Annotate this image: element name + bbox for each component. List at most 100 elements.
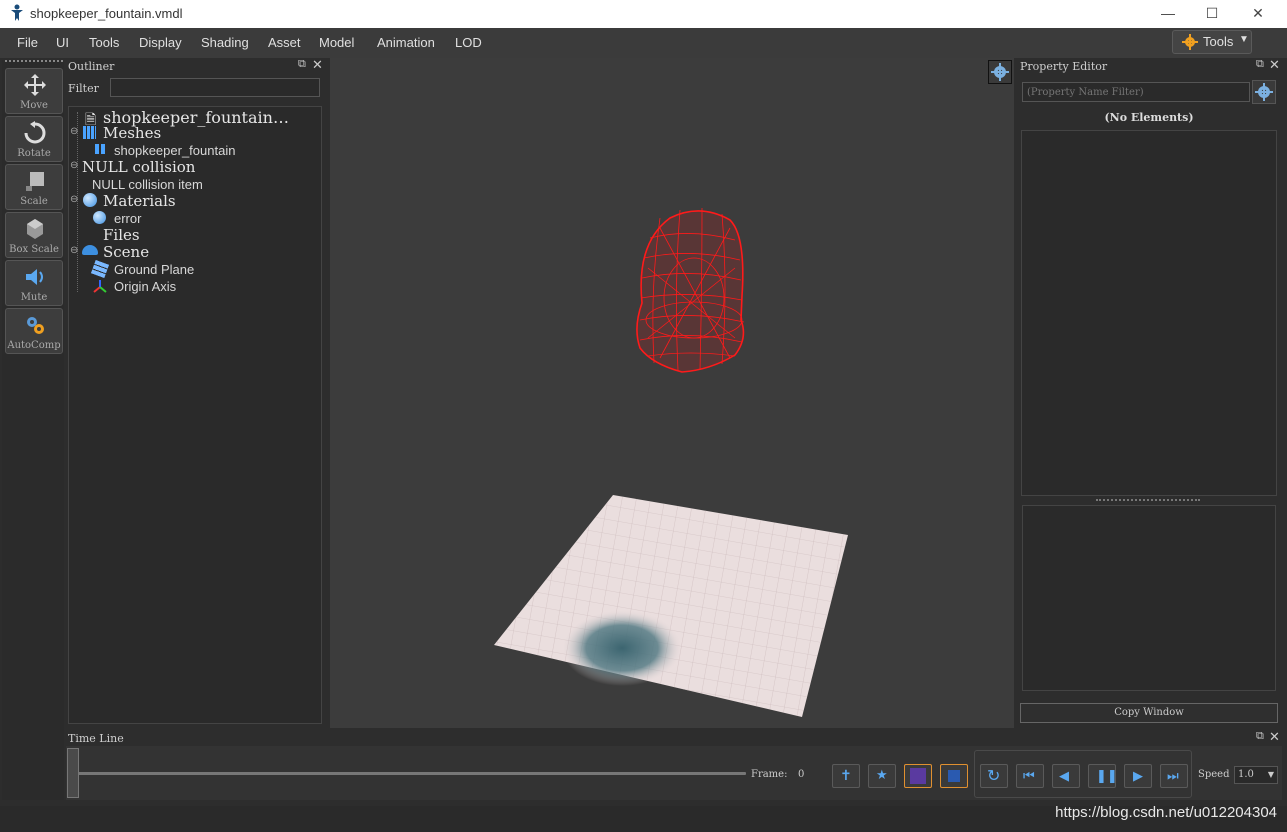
gears-icon xyxy=(27,317,44,334)
maximize-button[interactable]: ☐ xyxy=(1198,3,1226,25)
event-icon xyxy=(910,768,926,784)
property-settings-button[interactable] xyxy=(1252,80,1276,104)
tree-null-collision[interactable]: NULL collision xyxy=(82,158,195,176)
undock-icon[interactable]: ⧉ xyxy=(298,58,306,71)
minimize-button[interactable]: — xyxy=(1154,3,1182,25)
move-label: Move xyxy=(20,100,48,111)
skip-start-icon: ⏮ xyxy=(1023,768,1035,783)
menu-display[interactable]: Display xyxy=(139,35,182,50)
rotate-icon xyxy=(24,121,46,144)
property-list xyxy=(1021,130,1277,496)
collapse-icon[interactable]: ⊖ xyxy=(70,245,78,256)
title-bar: shopkeeper_fountain.vmdl — ☐ ✕ xyxy=(0,0,1287,28)
move-icon xyxy=(24,74,46,96)
tree-origin-axis[interactable]: Origin Axis xyxy=(114,279,176,294)
window-title: shopkeeper_fountain.vmdl xyxy=(30,6,183,21)
material-icon xyxy=(93,211,106,224)
splitter-handle[interactable] xyxy=(1096,499,1200,501)
close-icon[interactable]: ✕ xyxy=(312,57,323,73)
speed-label: Speed xyxy=(1198,769,1230,780)
tree-mesh-item[interactable]: shopkeeper_fountain xyxy=(114,143,235,158)
tree-scene[interactable]: Scene xyxy=(103,243,149,261)
3d-viewport[interactable] xyxy=(330,58,1014,728)
scale-label: Scale xyxy=(20,196,48,207)
close-icon[interactable]: ✕ xyxy=(1269,729,1280,745)
property-editor-panel: Property Editor ⧉ ✕ (No Elements) Copy W… xyxy=(1016,57,1282,728)
menu-tools[interactable]: Tools xyxy=(89,35,119,50)
autocomp-button[interactable]: AutoComp xyxy=(5,308,63,354)
menu-animation[interactable]: Animation xyxy=(377,35,435,50)
prev-frame-button[interactable]: ◀ xyxy=(1052,764,1080,788)
app-icon xyxy=(11,4,23,21)
loop-icon xyxy=(948,770,960,782)
frame-value: 0 xyxy=(798,769,805,780)
scale-icon xyxy=(26,172,44,191)
tools-dropdown-label: Tools xyxy=(1203,34,1234,49)
mesh-grid-icon xyxy=(83,126,96,139)
rotate-tool-button[interactable]: Rotate xyxy=(5,116,63,162)
frame-label: Frame: xyxy=(751,769,788,780)
copy-window-button[interactable]: Copy Window xyxy=(1020,703,1278,723)
menu-shading[interactable]: Shading xyxy=(201,35,249,50)
collapse-icon[interactable]: ⊖ xyxy=(70,126,78,137)
collapse-icon[interactable]: ⊖ xyxy=(70,160,78,171)
scale-tool-button[interactable]: Scale xyxy=(5,164,63,210)
menu-lod[interactable]: LOD xyxy=(455,35,482,50)
tree-materials[interactable]: Materials xyxy=(103,192,176,210)
property-filter-input[interactable] xyxy=(1022,82,1250,102)
menu-file[interactable]: File xyxy=(17,35,38,50)
box-scale-icon xyxy=(27,219,43,239)
autocomp-label: AutoComp xyxy=(7,340,61,351)
property-detail-area xyxy=(1022,505,1276,691)
move-tool-button[interactable]: Move xyxy=(5,68,63,114)
mute-button[interactable]: Mute xyxy=(5,260,63,306)
wireframe-mesh xyxy=(636,207,745,373)
axis-icon xyxy=(93,280,107,293)
refresh-icon: ↻ xyxy=(987,768,1001,785)
pause-button[interactable]: ❚❚ xyxy=(1088,764,1118,788)
next-frame-button[interactable]: ▶ xyxy=(1124,764,1152,788)
mesh-icon xyxy=(95,144,105,154)
restart-button[interactable]: ↻ xyxy=(980,764,1008,788)
undock-icon[interactable]: ⧉ xyxy=(1256,730,1264,743)
dropdown-arrow-icon: ▼ xyxy=(1267,770,1274,779)
skip-end-icon: ⏭ xyxy=(1167,768,1179,783)
timeline-scrubber[interactable] xyxy=(67,748,79,798)
tree-null-collision-item[interactable]: NULL collision item xyxy=(92,177,203,192)
timeline-track[interactable] xyxy=(78,772,746,775)
pause-icon: ❚❚ xyxy=(1096,768,1118,783)
speed-value: 1.0 xyxy=(1238,769,1254,780)
close-button[interactable]: ✕ xyxy=(1244,3,1272,25)
menu-ui[interactable]: UI xyxy=(56,35,69,50)
menu-model[interactable]: Model xyxy=(319,35,354,50)
outliner-filter-input[interactable] xyxy=(110,78,320,97)
collapse-icon[interactable]: ⊖ xyxy=(70,194,78,205)
tree-meshes[interactable]: Meshes xyxy=(103,124,161,142)
skeleton-toggle-button[interactable]: ✝ xyxy=(832,764,860,788)
property-editor-title: Property Editor xyxy=(1020,60,1108,73)
step-forward-icon: ▶ xyxy=(1133,768,1143,783)
undock-icon[interactable]: ⧉ xyxy=(1256,58,1264,71)
tree-material-error[interactable]: error xyxy=(114,211,141,226)
bones-toggle-button[interactable]: ★ xyxy=(868,764,896,788)
speaker-icon xyxy=(26,269,43,285)
close-icon[interactable]: ✕ xyxy=(1269,57,1280,73)
first-frame-button[interactable]: ⏮ xyxy=(1016,764,1044,788)
step-back-icon: ◀ xyxy=(1059,768,1069,783)
speed-select[interactable]: 1.0 ▼ xyxy=(1234,766,1278,784)
tree-files[interactable]: Files xyxy=(103,226,140,244)
timeline-title: Time Line xyxy=(68,732,124,745)
box-scale-tool-button[interactable]: Box Scale xyxy=(5,212,63,258)
tools-dropdown[interactable]: Tools ▼ xyxy=(1172,30,1252,54)
figure-icon: ✝ xyxy=(840,767,852,783)
loop-toggle-button[interactable] xyxy=(940,764,968,788)
events-toggle-button[interactable] xyxy=(904,764,932,788)
ground-plane-icon xyxy=(91,260,109,278)
last-frame-button[interactable]: ⏭ xyxy=(1160,764,1188,788)
dropdown-arrow-icon: ▼ xyxy=(1239,34,1249,45)
menu-asset[interactable]: Asset xyxy=(268,35,301,50)
mute-label: Mute xyxy=(20,292,48,303)
tree-ground-plane[interactable]: Ground Plane xyxy=(114,262,194,277)
toolbar-grip[interactable] xyxy=(5,60,63,62)
rotate-label: Rotate xyxy=(17,148,51,159)
